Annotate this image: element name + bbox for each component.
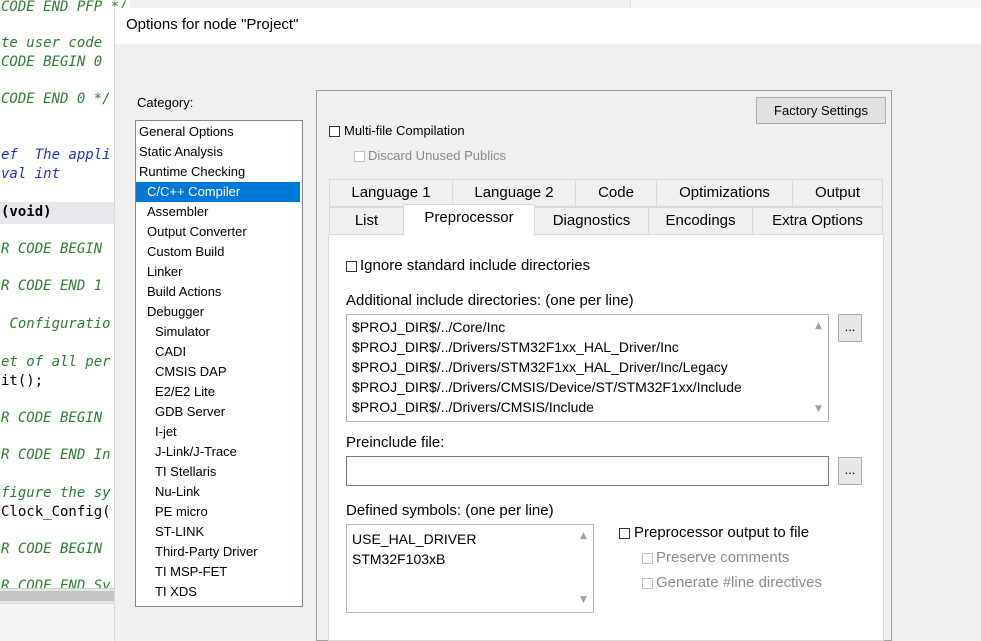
scroll-down-icon[interactable]: ▼	[575, 592, 592, 609]
ignore-std-include-label: Ignore standard include directories	[360, 257, 591, 274]
include-dirs-label: Additional include directories: (one per…	[346, 292, 634, 309]
category-item-output-converter[interactable]: Output Converter	[136, 222, 247, 242]
preinclude-browse-button[interactable]: ...	[838, 457, 862, 485]
category-item-static-analysis[interactable]: Static Analysis	[136, 142, 223, 162]
discard-unused-label: Discard Unused Publics	[368, 148, 507, 163]
dialog-title: Options for node "Project"	[126, 16, 299, 33]
preinclude-input[interactable]	[346, 456, 829, 486]
category-item-simulator[interactable]: Simulator	[136, 322, 210, 342]
background-window-strip	[630, 0, 981, 8]
category-item-nu-link[interactable]: Nu-Link	[136, 482, 200, 502]
tab-extra-options[interactable]: Extra Options	[752, 207, 883, 235]
code-editor-background: CODE END PFP */ te user code CODE BEGIN 0 C…	[0, 0, 130, 641]
dialog-titlebar[interactable]: Options for node "Project"	[115, 8, 981, 44]
code-line: figure the sy	[1, 485, 111, 501]
scrollbar-thumb[interactable]	[0, 591, 115, 601]
line-directives-label: Generate #line directives	[656, 574, 822, 591]
category-item-j-link-j-trace[interactable]: J-Link/J-Trace	[136, 442, 237, 462]
defined-symbol-line: STM32F103xB	[352, 551, 446, 567]
code-line: R CODE END 1	[1, 278, 103, 294]
code-line: val int	[1, 166, 61, 182]
defined-symbol-line: USE_HAL_DRIVER	[352, 531, 477, 547]
factory-settings-button[interactable]: Factory Settings	[756, 97, 886, 124]
code-line: (void)	[1, 204, 52, 220]
category-item-assembler[interactable]: Assembler	[136, 202, 208, 222]
multi-file-label: Multi-file Compilation	[344, 123, 465, 138]
category-item-cmsis-dap[interactable]: CMSIS DAP	[136, 362, 227, 382]
code-line: te user code	[1, 35, 103, 51]
tab-list[interactable]: List	[329, 207, 404, 235]
tab-optimizations[interactable]: Optimizations	[656, 179, 793, 207]
pp-output-label: Preprocessor output to file	[634, 524, 810, 541]
category-item-cadi[interactable]: CADI	[136, 342, 186, 362]
category-item-ti-xds[interactable]: TI XDS	[136, 582, 197, 602]
code-line: CODE END PFP */	[1, 0, 128, 15]
code-line: ef The appli	[1, 147, 111, 163]
category-item-st-link[interactable]: ST-LINK	[136, 522, 204, 542]
tab-preprocessor[interactable]: Preprocessor	[403, 204, 535, 236]
category-item-third-party-driver[interactable]: Third-Party Driver	[136, 542, 258, 562]
category-item-build-actions[interactable]: Build Actions	[136, 282, 221, 302]
preserve-comments-label: Preserve comments	[656, 549, 790, 566]
code-line: Clock_Config(	[1, 504, 111, 520]
code-line: it();	[1, 373, 44, 389]
code-line: CODE BEGIN 0	[1, 54, 103, 70]
category-item-linker[interactable]: Linker	[136, 262, 182, 282]
code-line: CODE END 0 */	[1, 91, 111, 107]
category-item-pe-micro[interactable]: PE micro	[136, 502, 208, 522]
code-line: R CODE BEGIN	[1, 541, 103, 557]
category-label: Category:	[137, 95, 194, 110]
preinclude-label: Preinclude file:	[346, 434, 445, 451]
category-item-i-jet[interactable]: I-jet	[136, 422, 177, 442]
category-item-runtime-checking[interactable]: Runtime Checking	[136, 162, 245, 182]
defined-symbols-label: Defined symbols: (one per line)	[346, 502, 554, 519]
include-dirs-textarea[interactable]: $PROJ_DIR$/../Core/Inc $PROJ_DIR$/../Driv…	[346, 314, 829, 422]
scroll-up-icon[interactable]: ▲	[810, 318, 827, 335]
category-item-e2-e2-lite[interactable]: E2/E2 Lite	[136, 382, 215, 402]
tab-language-2[interactable]: Language 2	[452, 179, 576, 207]
code-line: R CODE BEGIN	[1, 241, 103, 257]
category-item-general-options[interactable]: General Options	[136, 122, 234, 142]
category-item-ti-stellaris[interactable]: TI Stellaris	[136, 462, 216, 482]
tab-encodings[interactable]: Encodings	[648, 207, 753, 235]
options-dialog: Options for node "Project" Category: Gen…	[114, 8, 981, 641]
preserve-comments-checkbox	[642, 553, 653, 564]
defined-symbols-scrollbar[interactable]: ▲ ▼	[575, 526, 592, 611]
line-directives-checkbox	[642, 578, 653, 589]
category-item-custom-build[interactable]: Custom Build	[136, 242, 224, 262]
include-dir-line: $PROJ_DIR$/../Drivers/STM32F1xx_HAL_Driv…	[352, 339, 679, 355]
code-line: et of all per	[1, 354, 111, 370]
editor-horizontal-scrollbar[interactable]	[0, 588, 130, 603]
multi-file-checkbox[interactable]	[329, 126, 340, 137]
category-item-gdb-server[interactable]: GDB Server	[136, 402, 225, 422]
ignore-std-include-checkbox[interactable]	[346, 261, 357, 272]
include-dir-line: $PROJ_DIR$/../Drivers/CMSIS/Include	[352, 399, 594, 415]
pp-output-checkbox[interactable]	[619, 528, 630, 539]
category-list[interactable]: General Options Static Analysis Runtime Ch…	[135, 120, 303, 607]
category-item-debugger[interactable]: Debugger	[136, 302, 204, 322]
scroll-down-icon[interactable]: ▼	[810, 401, 827, 418]
include-dir-line: $PROJ_DIR$/../Core/Inc	[352, 319, 506, 335]
category-item-c-c-compiler[interactable]: C/C++ Compiler	[136, 182, 300, 202]
code-line: R CODE END In	[1, 447, 111, 463]
include-dir-line: $PROJ_DIR$/../Drivers/CMSIS/Device/ST/ST…	[352, 379, 742, 395]
defined-symbols-textarea[interactable]: USE_HAL_DRIVER STM32F103xB ▲ ▼	[346, 524, 594, 613]
category-item-ti-msp-fet[interactable]: TI MSP-FET	[136, 562, 227, 582]
tab-code[interactable]: Code	[575, 179, 657, 207]
scroll-up-icon[interactable]: ▲	[575, 528, 592, 545]
code-line: R CODE BEGIN	[1, 410, 103, 426]
tab-language-1[interactable]: Language 1	[329, 179, 453, 207]
editor-status-area	[0, 603, 130, 641]
tab-diagnostics[interactable]: Diagnostics	[534, 207, 649, 235]
include-dirs-scrollbar[interactable]: ▲ ▼	[810, 316, 827, 420]
code-line: Configuratio	[1, 316, 111, 332]
discard-unused-checkbox	[354, 151, 365, 162]
tab-output[interactable]: Output	[792, 179, 883, 207]
include-dirs-browse-button[interactable]: ...	[838, 314, 862, 342]
include-dir-line: $PROJ_DIR$/../Drivers/STM32F1xx_HAL_Driv…	[352, 359, 728, 375]
